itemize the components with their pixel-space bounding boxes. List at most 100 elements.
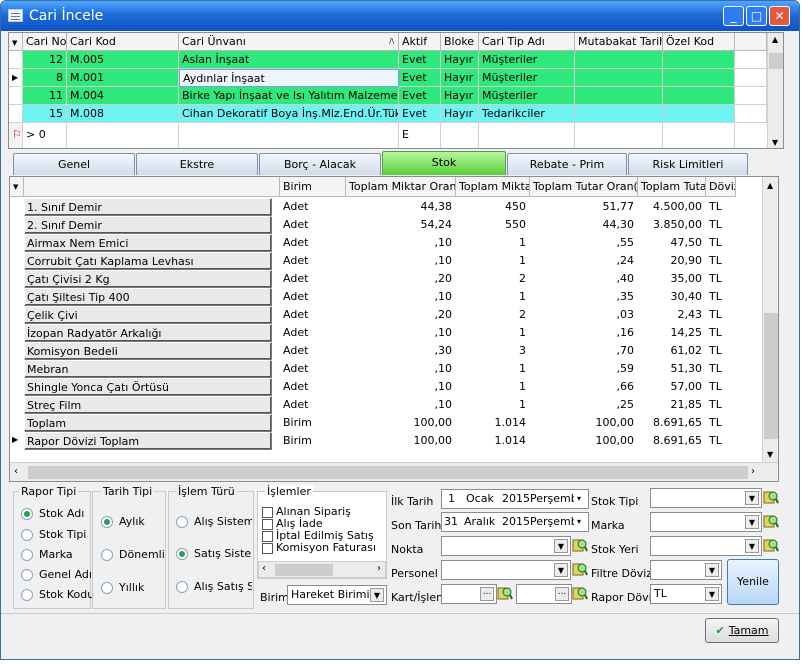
table-cell[interactable]: ,10 — [346, 288, 456, 306]
table-cell[interactable]: 3.850,00 — [638, 216, 706, 234]
radio-satis-sistem[interactable] — [176, 548, 188, 560]
table-cell[interactable]: ,30 — [346, 342, 456, 360]
filter-cari-unvani[interactable] — [179, 123, 399, 148]
ellipsis-button[interactable]: ... — [480, 587, 494, 601]
son-tarih-picker[interactable]: 31 Aralık 2015 Perşembe ▾ — [441, 512, 589, 532]
stok-name-cell[interactable]: Streç Film — [24, 396, 272, 414]
chevron-down-icon[interactable]: ▼ — [370, 588, 384, 602]
close-button[interactable]: ✕ — [769, 6, 790, 26]
table-cell[interactable]: Adet — [280, 342, 346, 360]
filter-cari-no[interactable]: > 0 — [23, 123, 67, 148]
stok-grid[interactable]: ▼ Birim Toplam Miktar Oran(%) Toplam Mik… — [9, 176, 779, 482]
search-picker-icon[interactable] — [763, 513, 779, 529]
table-cell[interactable]: TL — [706, 198, 736, 216]
search-picker-icon[interactable] — [572, 537, 588, 553]
table-cell[interactable]: Müşteriler — [479, 69, 575, 87]
table-cell[interactable]: ,66 — [530, 378, 638, 396]
radio-yillik[interactable] — [101, 582, 113, 594]
table-cell[interactable] — [575, 69, 663, 87]
radio-aylik[interactable] — [101, 516, 113, 528]
table-cell[interactable]: Adet — [280, 306, 346, 324]
search-picker-icon[interactable] — [572, 561, 588, 577]
table-cell[interactable]: Evet — [399, 69, 441, 87]
scrollbar-thumb[interactable] — [769, 53, 783, 69]
table-cell[interactable]: TL — [706, 252, 736, 270]
table-cell[interactable]: 3 — [456, 342, 530, 360]
islem-input[interactable]: ... — [516, 584, 572, 604]
radio-alis-sistemi[interactable] — [176, 516, 188, 528]
table-cell[interactable]: 8 — [23, 69, 67, 87]
tab-stok[interactable]: Stok — [382, 151, 506, 175]
table-cell[interactable]: Adet — [280, 378, 346, 396]
table-cell[interactable]: 12 — [23, 51, 67, 69]
filtre-dovizi-select[interactable]: ▼ — [650, 560, 722, 580]
stok-tipi-select[interactable]: ▼ — [650, 488, 762, 508]
filter-aktif[interactable]: E — [399, 123, 441, 148]
chevron-down-icon[interactable]: ▼ — [745, 515, 759, 529]
radio-label[interactable]: Genel Adı — [39, 568, 92, 581]
stok-name-cell[interactable]: 1. Sınıf Demir — [24, 198, 272, 216]
table-cell[interactable] — [663, 69, 735, 87]
scroll-up-icon[interactable]: ▲ — [767, 181, 773, 190]
column-header-cari-no[interactable]: Cari No — [23, 33, 67, 51]
radio-stok-kodu[interactable] — [21, 589, 33, 601]
birim-select[interactable]: Hareket Birimi ▼ — [287, 585, 387, 605]
column-header-mutabakat-tarihi[interactable]: Mutabakat Tarihi — [575, 33, 663, 51]
table-cell[interactable]: 20,90 — [638, 252, 706, 270]
table-cell[interactable]: Adet — [280, 270, 346, 288]
stok-grid-column-selector[interactable]: ▼ — [10, 177, 24, 197]
table-cell[interactable]: 2,43 — [638, 306, 706, 324]
table-cell[interactable]: 100,00 — [346, 432, 456, 450]
chevron-down-icon[interactable]: ▼ — [745, 491, 759, 505]
stok-name-cell[interactable]: Rapor Dövizi Toplam — [24, 432, 272, 450]
table-cell[interactable]: M.001 — [67, 69, 179, 87]
table-cell[interactable]: TL — [706, 270, 736, 288]
table-cell[interactable]: 30,40 — [638, 288, 706, 306]
row-indicator[interactable]: ▶ — [12, 435, 18, 444]
table-cell[interactable]: 550 — [456, 216, 530, 234]
table-cell[interactable]: ,03 — [530, 306, 638, 324]
table-cell[interactable]: 1 — [456, 288, 530, 306]
radio-label[interactable]: Yıllık — [119, 581, 144, 594]
tamam-button[interactable]: ✔ Tamam — [705, 618, 779, 643]
table-cell[interactable]: TL — [706, 234, 736, 252]
table-cell[interactable]: TL — [706, 414, 736, 432]
kart-input[interactable]: ... — [441, 584, 497, 604]
tab-genel[interactable]: Genel — [13, 153, 135, 175]
table-cell[interactable]: 1 — [456, 234, 530, 252]
minimize-button[interactable]: _ — [723, 6, 744, 26]
radio-label[interactable]: Dönemlik — [119, 548, 165, 561]
radio-label[interactable]: Stok Kodu — [39, 588, 94, 601]
column-header-bloke[interactable]: Bloke — [441, 33, 479, 51]
radio-label[interactable]: Marka — [39, 548, 73, 561]
radio-label[interactable]: Satış Sistem — [194, 547, 252, 560]
table-cell[interactable]: TL — [706, 360, 736, 378]
table-cell[interactable]: Adet — [280, 234, 346, 252]
table-cell[interactable]: ,16 — [530, 324, 638, 342]
stok-name-cell[interactable]: Çatı Şiltesi Tip 400 — [24, 288, 272, 306]
table-cell[interactable]: Birim — [280, 432, 346, 450]
column-header-toplam-miktar-oran[interactable]: Toplam Miktar Oran(%) — [346, 177, 456, 197]
table-cell[interactable]: 51,77 — [530, 198, 638, 216]
checkbox-iptal-edilmis-satis[interactable] — [262, 531, 273, 542]
radio-label[interactable]: Stok Tipi — [39, 528, 86, 541]
column-header-cari-tip-adi[interactable]: Cari Tip Adı — [479, 33, 575, 51]
table-cell[interactable]: ,40 — [530, 270, 638, 288]
tab-rebate-prim[interactable]: Rebate - Prim — [507, 153, 627, 175]
table-cell[interactable] — [575, 105, 663, 123]
table-cell[interactable]: ,20 — [346, 306, 456, 324]
table-cell[interactable]: 100,00 — [530, 414, 638, 432]
nokta-select[interactable]: ▼ — [441, 536, 571, 556]
ilk-tarih-picker[interactable]: 1 Ocak 2015 Perşembe ▾ — [441, 489, 589, 509]
radio-stok-tipi[interactable] — [21, 529, 33, 541]
column-header-aktif[interactable]: Aktif — [399, 33, 441, 51]
table-cell[interactable]: Cihan Dekoratif Boya İnş.Mlz.End.Ür.Tük.… — [179, 105, 399, 123]
stok-name-cell[interactable]: Çatı Çivisi 2 Kg — [24, 270, 272, 288]
table-cell[interactable]: ,10 — [346, 360, 456, 378]
checkbox-alinan-siparis[interactable] — [262, 507, 273, 518]
table-cell[interactable]: Müşteriler — [479, 87, 575, 105]
table-cell[interactable]: ,10 — [346, 324, 456, 342]
table-cell[interactable]: 15 — [23, 105, 67, 123]
chevron-down-icon[interactable]: ▾ — [572, 492, 586, 506]
search-picker-icon[interactable] — [572, 585, 588, 601]
